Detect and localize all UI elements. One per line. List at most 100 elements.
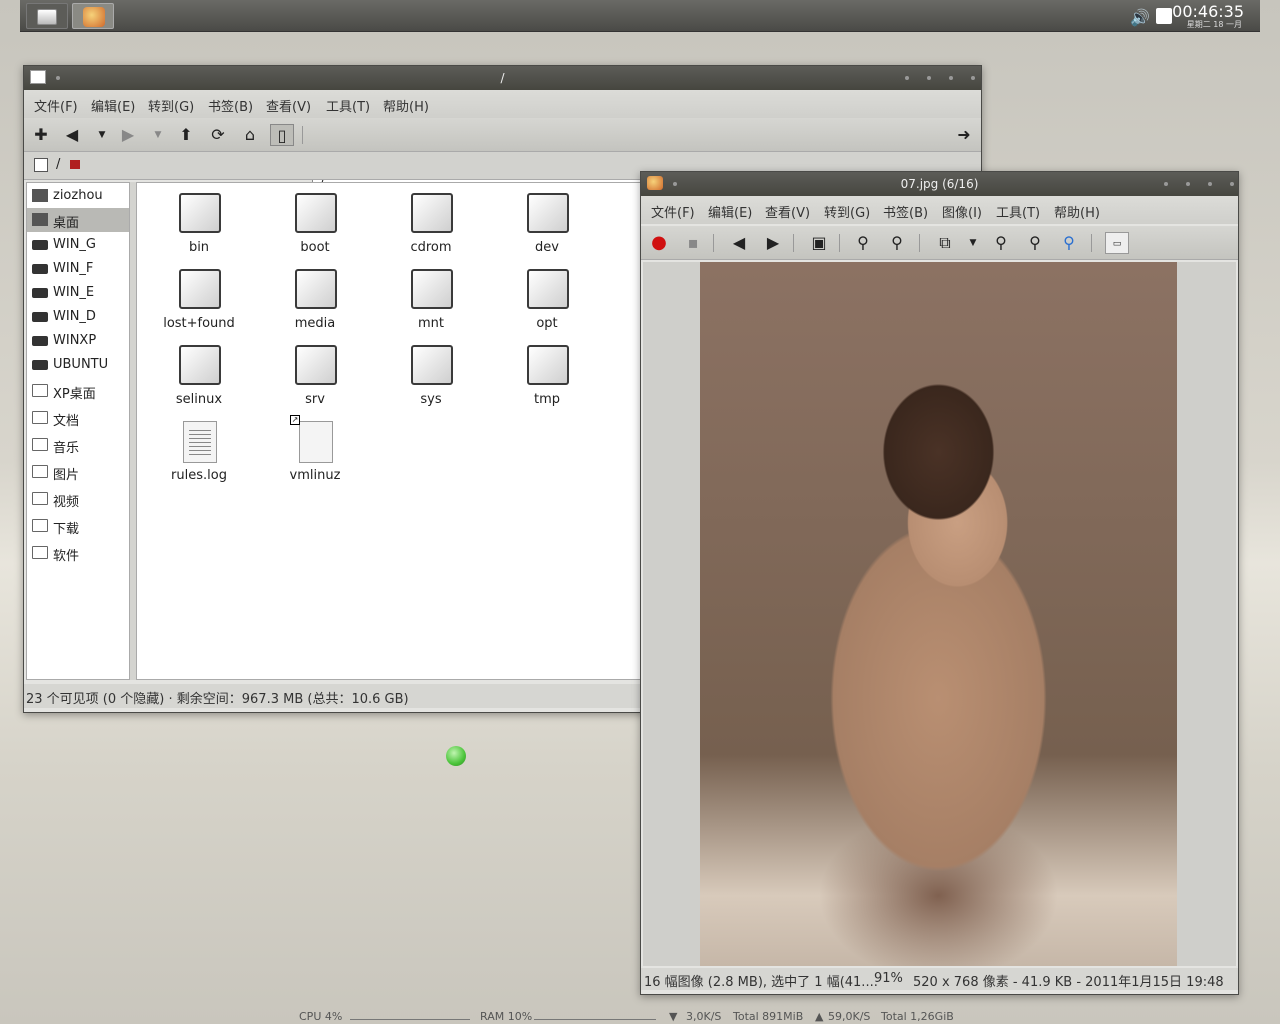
home-icon[interactable]: ⌂: [238, 124, 262, 146]
file-name: dev: [535, 240, 559, 255]
rotate-menu-icon[interactable]: ▼: [961, 232, 985, 254]
file-item[interactable]: sys: [381, 339, 481, 413]
menu-go[interactable]: 转到(G): [148, 96, 194, 115]
sidebar-item[interactable]: 文档: [27, 406, 129, 430]
sidebar-item[interactable]: XP桌面: [27, 379, 129, 403]
bookmark-icon[interactable]: [70, 160, 80, 169]
image-canvas[interactable]: [643, 262, 1236, 966]
menu-view[interactable]: 查看(V): [765, 202, 810, 221]
displayed-photo[interactable]: [700, 262, 1177, 966]
sidebar-item[interactable]: WIN_F: [27, 257, 129, 281]
menu-file[interactable]: 文件(F): [34, 96, 78, 115]
menu-bookmarks[interactable]: 书签(B): [883, 202, 928, 221]
file-item[interactable]: bin: [149, 187, 249, 261]
menu-help[interactable]: 帮助(H): [1054, 202, 1100, 221]
menu-help[interactable]: 帮助(H): [383, 96, 429, 115]
file-item[interactable]: media: [265, 263, 365, 337]
go-icon[interactable]: ➜: [952, 124, 976, 146]
toggle-location-icon[interactable]: ▯: [270, 124, 294, 146]
forward-history-icon[interactable]: ▼: [146, 124, 170, 146]
sidebar-item[interactable]: UBUNTU: [27, 353, 129, 377]
sidebar-item[interactable]: 软件: [27, 541, 129, 565]
close-button[interactable]: [1230, 182, 1234, 186]
sidebar-item[interactable]: WINXP: [27, 329, 129, 353]
menu-tools[interactable]: 工具(T): [326, 96, 370, 115]
sidebar-item-label: WIN_F: [53, 261, 94, 276]
menu-edit[interactable]: 编辑(E): [708, 202, 752, 221]
close-button[interactable]: [971, 76, 975, 80]
save-icon[interactable]: ▪: [681, 232, 705, 254]
quit-icon[interactable]: ●: [647, 232, 671, 254]
zoom-out-icon[interactable]: ⚲: [885, 232, 909, 254]
image-viewer-icon: [83, 7, 105, 27]
file-item[interactable]: cdrom: [381, 187, 481, 261]
back-icon[interactable]: ◀: [60, 124, 84, 146]
sidebar-item[interactable]: ziozhou: [27, 184, 129, 208]
sidebar-item[interactable]: 视频: [27, 487, 129, 511]
folder-icon: [179, 269, 221, 309]
menu-tools[interactable]: 工具(T): [996, 202, 1040, 221]
sidebar-item[interactable]: WIN_E: [27, 281, 129, 305]
menu-file[interactable]: 文件(F): [651, 202, 695, 221]
back-history-icon[interactable]: ▼: [90, 124, 114, 146]
file-manager-titlebar[interactable]: /: [24, 66, 981, 90]
thumbnails-icon[interactable]: ▭: [1105, 232, 1129, 254]
file-item[interactable]: selinux: [149, 339, 249, 413]
file-name: bin: [188, 240, 210, 255]
folder-icon: [295, 269, 337, 309]
menu-image[interactable]: 图像(I): [942, 202, 982, 221]
file-item[interactable]: mnt: [381, 263, 481, 337]
file-item[interactable]: rules.log: [149, 415, 249, 489]
upload-rate: 59,0K/S: [828, 1010, 871, 1023]
file-item[interactable]: srv: [265, 339, 365, 413]
maximize-button[interactable]: [949, 76, 953, 80]
minimize-button[interactable]: [927, 76, 931, 80]
new-tab-icon[interactable]: ✚: [29, 124, 53, 146]
sidebar-item[interactable]: 下载: [27, 514, 129, 538]
sidebar-item[interactable]: 桌面: [27, 208, 129, 232]
zoom-width-icon[interactable]: ⚲: [1057, 232, 1081, 254]
folder-icon: [179, 193, 221, 233]
slideshow-icon[interactable]: ▣: [807, 232, 831, 254]
reload-icon[interactable]: ⟳: [206, 124, 230, 146]
shade-button[interactable]: [1164, 182, 1168, 186]
zoom-in-icon[interactable]: ⚲: [851, 232, 875, 254]
next-image-icon[interactable]: ▶: [761, 232, 785, 254]
file-item[interactable]: tmp: [497, 339, 597, 413]
forward-icon[interactable]: ▶: [116, 124, 140, 146]
file-item[interactable]: dev: [497, 187, 597, 261]
zoom-fit-icon[interactable]: ⚲: [989, 232, 1013, 254]
file-item[interactable]: boot: [265, 187, 365, 261]
sidebar-item[interactable]: 音乐: [27, 433, 129, 457]
sidebar-item-label: WIN_D: [53, 309, 96, 324]
file-item[interactable]: opt: [497, 263, 597, 337]
up-icon[interactable]: ⬆: [174, 124, 198, 146]
sidebar-item[interactable]: 图片: [27, 460, 129, 484]
file-item[interactable]: ↗ vmlinuz: [265, 415, 365, 489]
previous-image-icon[interactable]: ◀: [727, 232, 751, 254]
maximize-button[interactable]: [1208, 182, 1212, 186]
folder-icon[interactable]: [34, 158, 48, 172]
notification-icon[interactable]: [1156, 8, 1172, 24]
sidebar-item[interactable]: WIN_G: [27, 233, 129, 257]
shade-button[interactable]: [905, 76, 909, 80]
menu-bookmarks[interactable]: 书签(B): [208, 96, 253, 115]
system-monitor-bar: CPU 4% RAM 10% ▼ 3,0K/S Total 891MiB ▲ 5…: [0, 1008, 1280, 1024]
drive-icon: [32, 240, 48, 250]
rotate-icon[interactable]: ⧉: [933, 232, 957, 254]
sidebar-item[interactable]: WIN_D: [27, 305, 129, 329]
sidebar-item-label: 图片: [53, 468, 80, 483]
path-root[interactable]: /: [56, 157, 60, 172]
taskbar-image-viewer-button[interactable]: [72, 3, 114, 29]
menu-view[interactable]: 查看(V): [266, 96, 311, 115]
taskbar-file-manager-button[interactable]: [26, 3, 68, 29]
zoom-original-icon[interactable]: ⚲: [1023, 232, 1047, 254]
minimize-button[interactable]: [1186, 182, 1190, 186]
volume-icon[interactable]: 🔊: [1130, 8, 1150, 27]
file-item[interactable]: lost+found: [149, 263, 249, 337]
folder-icon: [527, 269, 569, 309]
menu-go[interactable]: 转到(G): [824, 202, 870, 221]
menu-edit[interactable]: 编辑(E): [91, 96, 135, 115]
folder-icon: [32, 438, 48, 451]
image-viewer-titlebar[interactable]: 07.jpg (6/16): [641, 172, 1238, 196]
